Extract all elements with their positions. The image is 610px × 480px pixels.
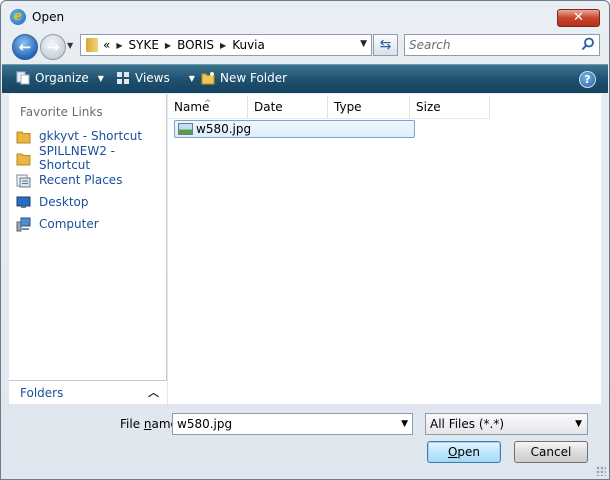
search-icon[interactable]	[581, 37, 595, 51]
views-label: Views	[135, 71, 170, 85]
breadcrumb-separator-icon[interactable]: ▶	[165, 41, 171, 50]
breadcrumb: « ▶ SYKE ▶ BORIS ▶ Kuvia	[103, 38, 265, 52]
nav-item-label: Desktop	[39, 195, 89, 209]
nav-item-recent-places[interactable]: Recent Places	[16, 170, 122, 190]
chevron-down-icon: ▼	[97, 73, 104, 83]
help-icon: ?	[584, 73, 591, 86]
header-divider	[168, 118, 490, 119]
column-header-label: Type	[334, 100, 362, 114]
desktop-icon	[16, 196, 31, 208]
column-header-label: Size	[416, 100, 441, 114]
back-arrow-icon: ←	[18, 38, 32, 56]
open-button[interactable]: Open	[427, 441, 501, 463]
chevron-up-icon: ︿	[148, 386, 159, 399]
breadcrumb-separator-icon[interactable]: ▶	[116, 41, 122, 50]
computer-icon	[16, 217, 31, 231]
open-label: pen	[457, 445, 481, 459]
folder-shortcut-icon	[16, 153, 31, 165]
column-header-name[interactable]: ^ Name	[168, 96, 248, 118]
chevron-down-icon: ▼	[575, 419, 582, 429]
window-title: Open	[32, 10, 65, 24]
close-button[interactable]: ✕	[557, 9, 600, 27]
close-icon: ✕	[573, 10, 584, 25]
file-type-value: All Files (*.*)	[430, 417, 505, 431]
search-input[interactable]	[409, 37, 579, 53]
nav-item-desktop[interactable]: Desktop	[16, 192, 89, 212]
folder-shortcut-icon	[16, 131, 31, 143]
nav-item-label: Recent Places	[39, 173, 123, 187]
column-header-type[interactable]: Type	[328, 96, 410, 118]
internet-explorer-icon: e	[10, 9, 26, 25]
nav-item-gkkyvt-shortcut[interactable]: gkkyvt - Shortcut	[16, 126, 142, 146]
breadcrumb-item-kuvia[interactable]: Kuvia	[232, 38, 265, 52]
breadcrumb-separator-icon[interactable]: ▶	[220, 41, 226, 50]
file-name-input[interactable]: w580.jpg	[177, 417, 232, 431]
refresh-button[interactable]: ⇆	[373, 34, 398, 56]
folders-toggle[interactable]: Folders ︿	[9, 380, 167, 404]
file-type-select[interactable]: All Files (*.*) ▼	[425, 413, 588, 435]
organize-label: Organize	[35, 71, 89, 85]
nav-item-label: gkkyvt - Shortcut	[39, 129, 143, 143]
search-box[interactable]	[404, 34, 600, 56]
nav-item-computer[interactable]: Computer	[16, 214, 99, 234]
new-folder-label: New Folder	[220, 71, 288, 85]
cancel-label: Cancel	[530, 445, 572, 459]
command-toolbar: Organize ▼ Views ▼ New Folder ?	[2, 64, 608, 93]
nav-item-label: Computer	[39, 217, 99, 231]
file-name-combobox[interactable]: w580.jpg ▼	[172, 413, 413, 435]
sort-ascending-icon: ^	[204, 99, 212, 109]
image-file-icon	[178, 123, 193, 135]
nav-item-label: SPILLNEW2 - Shortcut	[39, 144, 115, 172]
forward-arrow-icon: →	[46, 38, 60, 56]
back-button[interactable]: ←	[12, 34, 38, 60]
views-icon	[117, 72, 129, 84]
recent-places-icon	[16, 174, 31, 187]
address-bar[interactable]: « ▶ SYKE ▶ BORIS ▶ Kuvia ▼	[80, 34, 372, 56]
file-list: ^ Name Date modif... Type Size w580.jpg	[168, 94, 601, 404]
file-name-label-text: File	[120, 417, 144, 431]
favorite-links-heading: Favorite Links	[20, 105, 103, 119]
organize-button[interactable]: Organize ▼	[16, 71, 104, 85]
open-accelerator: O	[447, 445, 458, 459]
file-row[interactable]: w580.jpg	[174, 120, 415, 138]
folder-icon	[86, 38, 98, 52]
nav-item-spillnew2-shortcut[interactable]: SPILLNEW2 - Shortcut	[16, 144, 166, 172]
column-header-date-modified[interactable]: Date modif...	[248, 96, 328, 136]
navigation-pane: Favorite Links gkkyvt - Shortcut SPILLNE…	[9, 94, 167, 404]
new-folder-icon	[201, 72, 215, 85]
open-dialog: e Open ✕ ← → ▼ « ▶ SYKE ▶ BORIS ▶ Kuvia …	[0, 0, 610, 480]
breadcrumb-overflow[interactable]: «	[103, 38, 110, 52]
help-button[interactable]: ?	[579, 71, 596, 88]
column-header-size[interactable]: Size	[410, 96, 490, 118]
cancel-button[interactable]: Cancel	[514, 441, 588, 463]
refresh-icon: ⇆	[379, 37, 392, 53]
resize-grip[interactable]	[596, 466, 606, 476]
title-bar: e Open ✕	[1, 1, 609, 31]
address-dropdown-icon[interactable]: ▼	[360, 39, 367, 49]
forward-button[interactable]: →	[40, 34, 66, 60]
chevron-down-icon: ▼	[188, 73, 195, 83]
file-name-label-accelerator: n	[143, 417, 152, 431]
file-name: w580.jpg	[196, 122, 252, 136]
chevron-down-icon[interactable]: ▼	[401, 419, 408, 429]
new-folder-button[interactable]: New Folder	[201, 71, 287, 85]
breadcrumb-item-syke[interactable]: SYKE	[129, 38, 159, 52]
folders-label: Folders	[20, 386, 64, 400]
history-dropdown-icon[interactable]: ▼	[67, 41, 73, 50]
organize-icon	[16, 71, 30, 85]
breadcrumb-item-boris[interactable]: BORIS	[177, 38, 214, 52]
views-button[interactable]: Views ▼	[116, 71, 195, 85]
